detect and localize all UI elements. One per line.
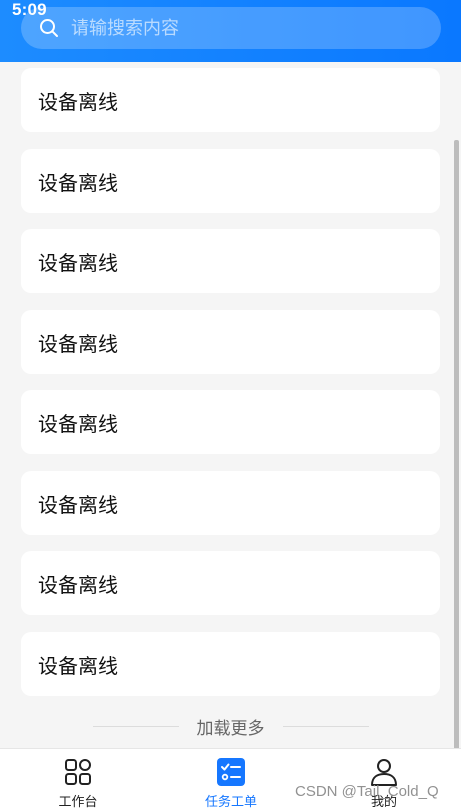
task-list-icon (217, 758, 245, 786)
list-item-label: 设备离线 (38, 655, 118, 678)
search-bar[interactable] (21, 7, 441, 49)
list-item-label: 设备离线 (38, 574, 118, 597)
load-more[interactable]: 加载更多 (0, 713, 461, 739)
list-item[interactable]: 设备离线 (21, 551, 440, 615)
scrollbar[interactable] (454, 140, 459, 750)
app-header: 5:09 (0, 0, 461, 62)
watermark: CSDN @Tail_Cold_Q (295, 783, 439, 800)
nav-item-workbench[interactable]: 工作台 (28, 749, 128, 810)
nav-label: 工作台 (58, 794, 98, 809)
grid-icon (65, 759, 91, 785)
nav-item-profile[interactable]: 我的 (334, 749, 434, 810)
list-item[interactable]: 设备离线 (21, 68, 440, 132)
task-list: 设备离线 设备离线 设备离线 设备离线 设备离线 设备离线 设备离线 设备离线 (0, 62, 461, 748)
nav-item-tasks[interactable]: 任务工单 (181, 749, 281, 810)
list-item-label: 设备离线 (38, 413, 118, 436)
list-item[interactable]: 设备离线 (21, 390, 440, 454)
list-item-label: 设备离线 (38, 494, 118, 517)
nav-label: 任务工单 (204, 794, 257, 809)
search-icon (40, 19, 58, 37)
list-item-label: 设备离线 (38, 91, 118, 114)
list-item-label: 设备离线 (38, 252, 118, 275)
divider-right (282, 725, 369, 727)
load-more-label: 加载更多 (196, 718, 265, 738)
divider-left (92, 725, 179, 727)
list-item[interactable]: 设备离线 (21, 229, 440, 293)
list-item[interactable]: 设备离线 (21, 310, 440, 374)
list-item-label: 设备离线 (38, 333, 118, 356)
list-item[interactable]: 设备离线 (21, 471, 440, 535)
search-input[interactable] (71, 17, 401, 39)
list-item-label: 设备离线 (38, 172, 118, 195)
list-item[interactable]: 设备离线 (21, 149, 440, 213)
list-item[interactable]: 设备离线 (21, 632, 440, 696)
bottom-nav: 工作台 任务工单 我的 (0, 748, 461, 810)
